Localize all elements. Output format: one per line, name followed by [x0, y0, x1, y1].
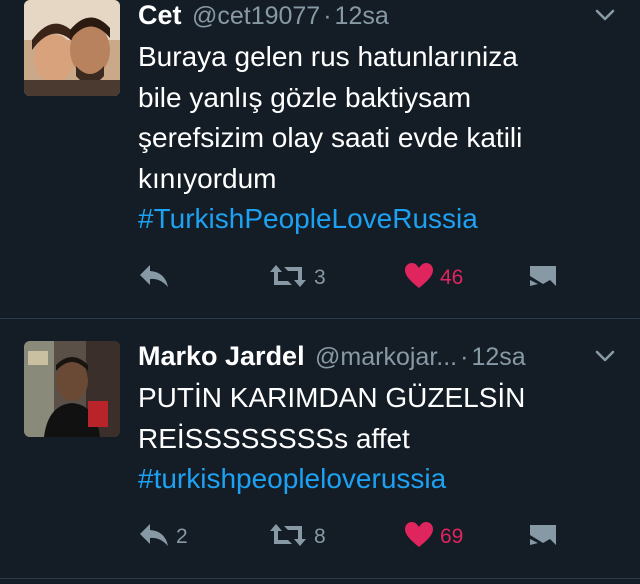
reply-icon — [138, 522, 170, 553]
retweet-icon — [268, 263, 308, 294]
separator-dot: · — [460, 343, 469, 371]
retweet-count: 3 — [314, 266, 326, 289]
like-count: 46 — [440, 266, 464, 289]
heart-icon — [404, 521, 434, 554]
message-icon — [528, 522, 558, 553]
retweet-count: 8 — [314, 525, 326, 548]
avatar[interactable] — [24, 341, 120, 437]
reply-count: 2 — [176, 525, 188, 548]
tweet-actions: 2 8 69 — [138, 519, 640, 555]
chevron-down-icon[interactable] — [594, 4, 616, 26]
hashtag-link[interactable]: #TurkishPeopleLoveRussia — [138, 199, 618, 240]
user-handle[interactable]: @markojar... — [315, 343, 457, 371]
retweet-icon — [268, 522, 308, 553]
tweet-text-line: Buraya gelen rus hatunlarıniza — [138, 41, 518, 72]
user-handle[interactable]: @cet19077 — [192, 2, 320, 30]
tweet-text-line: kınıyordum — [138, 162, 277, 194]
like-count: 69 — [440, 525, 464, 548]
like-button[interactable]: 46 — [404, 260, 463, 296]
tweet-text-line: bile yanlış gözle baktiysam — [138, 81, 472, 113]
tweet[interactable]: Marko Jardel @markojar... · 12sa PUTİN KAR… — [0, 319, 640, 584]
tweet-text-line: REİSSSSSSSSs affet — [138, 422, 410, 454]
display-name[interactable]: Cet — [138, 0, 182, 30]
message-icon — [528, 263, 558, 294]
message-button[interactable] — [528, 260, 558, 296]
message-button[interactable] — [528, 519, 558, 555]
reply-icon — [138, 263, 170, 294]
tweet-text: PUTİN KARIMDAN GÜZELSİN REİSSSSSSSSs aff… — [138, 378, 618, 500]
heart-icon — [404, 262, 434, 295]
hashtag-link[interactable]: #turkishpeopleloverussia — [138, 459, 618, 500]
display-name[interactable]: Marko Jardel — [138, 341, 305, 371]
retweet-button[interactable]: 3 — [268, 260, 326, 296]
timestamp[interactable]: 12sa — [335, 2, 389, 30]
tweet-text: Buraya gelen rus hatunlarıniza bile yanl… — [138, 37, 618, 240]
tweet-actions: 3 46 — [138, 260, 640, 296]
separator-dot: · — [323, 2, 332, 30]
reply-button[interactable]: 2 — [138, 519, 188, 555]
tweet-text-line: PUTİN KARIMDAN GÜZELSİN — [138, 382, 526, 413]
timestamp[interactable]: 12sa — [471, 343, 525, 371]
like-button[interactable]: 69 — [404, 519, 463, 555]
tweet-divider — [0, 578, 640, 579]
tweet[interactable]: Cet @cet19077 · 12sa Buraya gelen rus hatu… — [0, 0, 640, 318]
chevron-down-icon[interactable] — [594, 345, 616, 367]
avatar[interactable] — [24, 0, 120, 96]
tweet-text-line: şerefsizim olay saati evde katili — [138, 122, 523, 153]
reply-button[interactable] — [138, 260, 176, 296]
retweet-button[interactable]: 8 — [268, 519, 326, 555]
